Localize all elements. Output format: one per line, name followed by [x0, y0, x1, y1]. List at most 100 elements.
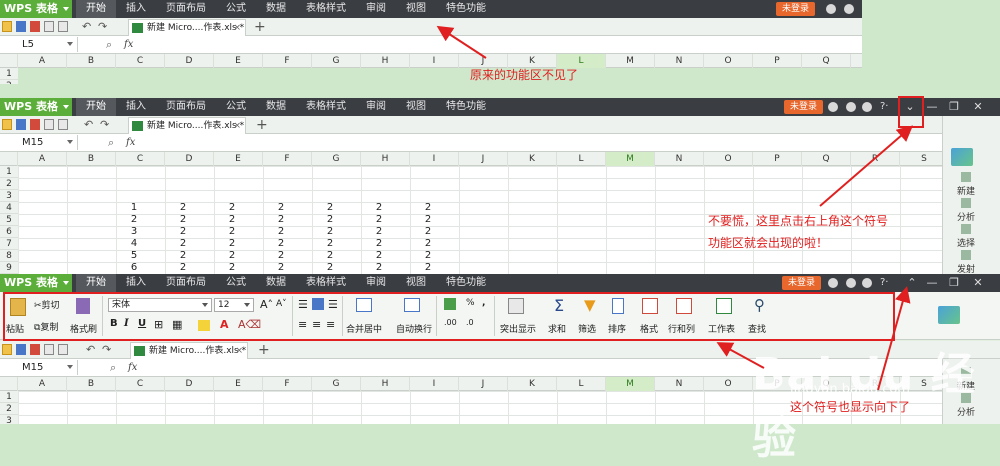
menu-insert[interactable]: 插入	[116, 98, 156, 116]
close-tab-icon[interactable]: ×	[233, 118, 241, 134]
redo-icon[interactable]: ↷	[102, 343, 111, 357]
row-header[interactable]: 3	[0, 415, 18, 424]
menu-data[interactable]: 数据	[256, 274, 296, 292]
cell-value[interactable]: 2	[369, 226, 389, 238]
row-header[interactable]: 2	[0, 178, 18, 190]
cell-value[interactable]: 2	[271, 262, 291, 274]
cell-value[interactable]: 2	[418, 202, 438, 214]
open-icon[interactable]	[2, 119, 12, 130]
column-header[interactable]: I	[410, 54, 459, 68]
save-icon[interactable]	[16, 119, 26, 130]
export-pdf-icon[interactable]	[30, 119, 40, 130]
row-header[interactable]: 8	[0, 250, 18, 262]
column-header[interactable]: K	[508, 377, 557, 391]
column-header[interactable]: M	[606, 152, 655, 166]
redo-icon[interactable]: ↷	[100, 118, 109, 132]
shirt-icon[interactable]	[862, 102, 872, 112]
name-box[interactable]: L5	[0, 37, 78, 52]
minimize-icon[interactable]: —	[922, 98, 942, 116]
undo-icon[interactable]: ↶	[86, 343, 95, 357]
menu-page-layout[interactable]: 页面布局	[156, 0, 216, 18]
cell-value[interactable]: 2	[222, 202, 242, 214]
print-icon[interactable]	[44, 119, 54, 130]
select-all-corner[interactable]	[0, 377, 18, 391]
column-header[interactable]: E	[214, 377, 263, 391]
cell-value[interactable]: 1	[124, 202, 144, 214]
cell-value[interactable]: 3	[124, 226, 144, 238]
cell-value[interactable]: 5	[124, 250, 144, 262]
wps-brand-menu[interactable]: WPS 表格	[0, 274, 72, 292]
column-header[interactable]: L	[557, 152, 606, 166]
cell-value[interactable]: 2	[173, 250, 193, 262]
cell-value[interactable]: 2	[124, 214, 144, 226]
cell-value[interactable]: 2	[222, 226, 242, 238]
restore-icon[interactable]: ❐	[944, 274, 964, 292]
select-all-corner[interactable]	[0, 152, 18, 166]
column-header[interactable]: I	[410, 152, 459, 166]
row-header[interactable]: 2	[0, 403, 18, 415]
cell-value[interactable]: 2	[320, 238, 340, 250]
close-tab-icon[interactable]: ×	[233, 20, 241, 36]
skin-icon[interactable]	[828, 278, 838, 288]
sidebar-item-new[interactable]: 新建	[957, 172, 997, 197]
sidebar-item-analysis[interactable]: 分析	[957, 198, 997, 223]
zoom-search-icon[interactable]: ⌕	[106, 37, 112, 52]
row-header[interactable]: 7	[0, 238, 18, 250]
column-header[interactable]: A	[18, 54, 67, 68]
name-box[interactable]: M15	[0, 360, 78, 375]
menu-page-layout[interactable]: 页面布局	[156, 274, 216, 292]
row-header[interactable]: 5	[0, 214, 18, 226]
new-tab-button[interactable]: +	[256, 116, 268, 134]
save-icon[interactable]	[16, 344, 26, 355]
column-header[interactable]: D	[165, 152, 214, 166]
cell-value[interactable]: 2	[320, 202, 340, 214]
column-header[interactable]: P	[753, 152, 802, 166]
menu-view[interactable]: 视图	[396, 0, 436, 18]
fx-icon[interactable]: fx	[128, 360, 137, 375]
print-preview-icon[interactable]	[58, 119, 68, 130]
column-header[interactable]: P	[753, 54, 802, 68]
column-header[interactable]: N	[655, 152, 704, 166]
row-header[interactable]: 9	[0, 262, 18, 274]
column-header[interactable]: L	[557, 377, 606, 391]
undo-icon[interactable]: ↶	[84, 118, 93, 132]
new-tab-button[interactable]: +	[254, 18, 266, 36]
login-button[interactable]: 未登录	[784, 100, 824, 114]
close-icon[interactable]: ✕	[968, 274, 988, 292]
print-preview-icon[interactable]	[58, 344, 68, 355]
column-header[interactable]: G	[312, 152, 361, 166]
cell-value[interactable]: 2	[369, 214, 389, 226]
print-icon[interactable]	[44, 344, 54, 355]
column-header[interactable]: J	[459, 152, 508, 166]
column-header[interactable]: I	[410, 377, 459, 391]
close-tab-icon[interactable]: ×	[235, 343, 243, 359]
menu-special[interactable]: 特色功能	[436, 98, 496, 116]
print-icon[interactable]	[44, 21, 54, 32]
save-icon[interactable]	[16, 21, 26, 32]
menu-home[interactable]: 开始	[76, 0, 116, 18]
cell-value[interactable]: 2	[320, 214, 340, 226]
menu-review[interactable]: 审阅	[356, 98, 396, 116]
row-header[interactable]: 2	[0, 80, 18, 84]
skin-icon[interactable]	[828, 102, 838, 112]
feedback-icon[interactable]	[846, 102, 856, 112]
open-icon[interactable]	[2, 344, 12, 355]
column-header[interactable]: O	[704, 54, 753, 68]
login-button[interactable]: 未登录	[776, 2, 816, 16]
document-tab[interactable]: 新建 Micro....作表.xls * ×	[128, 117, 246, 134]
menu-data[interactable]: 数据	[256, 0, 296, 18]
chevron-up-icon[interactable]: ⌃	[902, 274, 922, 292]
zoom-search-icon[interactable]: ⌕	[110, 360, 116, 375]
cell-value[interactable]: 2	[418, 262, 438, 274]
new-tab-button[interactable]: +	[258, 341, 270, 359]
document-tab[interactable]: 新建 Micro....作表.xls * ×	[130, 342, 248, 359]
column-header[interactable]: B	[67, 377, 116, 391]
cell-value[interactable]: 2	[418, 250, 438, 262]
column-header[interactable]: Q	[802, 152, 851, 166]
feedback-icon[interactable]	[846, 278, 856, 288]
column-header[interactable]: N	[655, 377, 704, 391]
cell-value[interactable]: 2	[173, 262, 193, 274]
cell-value[interactable]: 2	[369, 202, 389, 214]
menu-formula[interactable]: 公式	[216, 0, 256, 18]
row-header[interactable]: 4	[0, 202, 18, 214]
